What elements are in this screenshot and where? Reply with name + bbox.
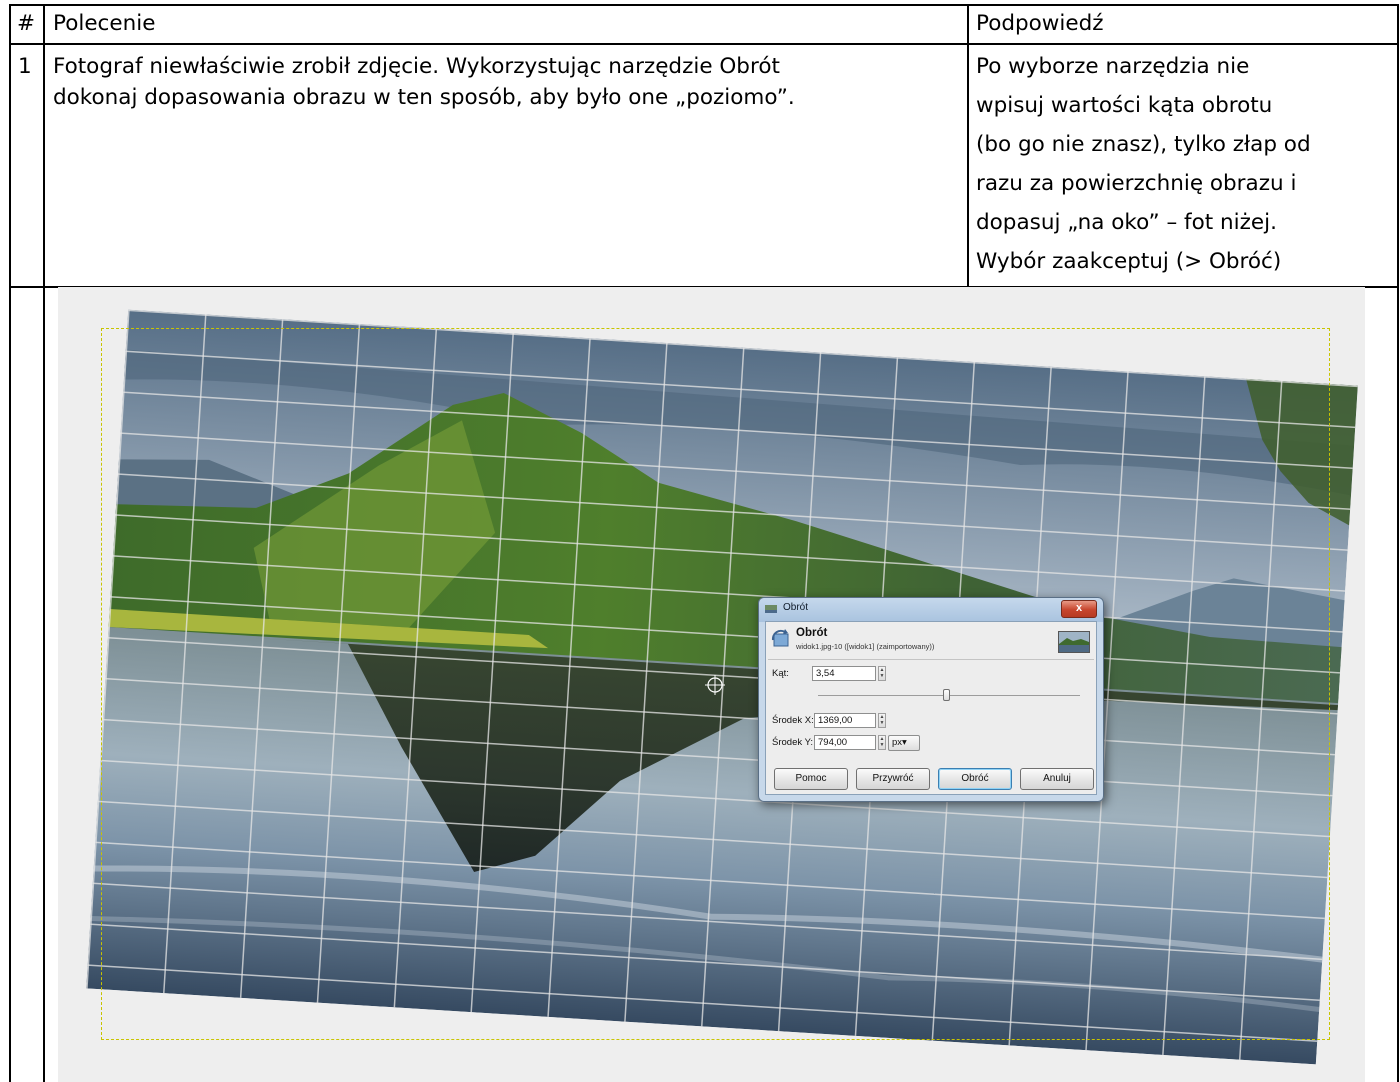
header-number: #	[17, 11, 36, 36]
hint-line-4: razu za powierzchnię obrazu i	[976, 171, 1297, 196]
hint-line-3: (bo go nie znasz), tylko złap od	[976, 132, 1311, 157]
chevron-down-icon: ▾	[902, 737, 907, 748]
gimp-canvas[interactable]	[58, 287, 1365, 1082]
hint-line-1: Po wyborze narzędzia nie	[976, 54, 1250, 79]
angle-label: Kąt:	[772, 668, 789, 679]
unit-select[interactable]: px▾	[888, 735, 920, 751]
task-line-1: Fotograf niewłaściwie zrobił zdjęcie. Wy…	[53, 54, 780, 79]
separator	[768, 659, 1094, 660]
center-x-label: Środek X:	[772, 715, 814, 726]
hint-line-2: wpisuj wartości kąta obrotu	[976, 93, 1273, 118]
task-line-2: dokonaj dopasowania obrazu w ten sposób,…	[53, 85, 795, 110]
dialog-body: Obrót widok1.jpg-10 ([widok1] (zaimporto…	[765, 621, 1097, 795]
window-icon	[765, 605, 777, 613]
center-y-spinner[interactable]: ▲ ▼	[878, 735, 886, 750]
row-number: 1	[18, 54, 32, 79]
help-button[interactable]: Pomoc	[774, 768, 848, 790]
reset-button[interactable]: Przywróć	[856, 768, 930, 790]
header-hint: Podpowiedź	[976, 11, 1104, 36]
dialog-window-title: Obrót	[783, 602, 809, 613]
rotate-button[interactable]: Obróć	[938, 768, 1012, 790]
cancel-button[interactable]: Anuluj	[1020, 768, 1094, 790]
hint-line-6: Wybór zaakceptuj (> Obróć)	[976, 249, 1282, 274]
header-task: Polecenie	[53, 11, 156, 36]
hint-line-5: dopasuj „na oko” – fot niżej.	[976, 210, 1277, 235]
pivot-crosshair-icon[interactable]	[705, 675, 725, 695]
rotate-tool-icon	[771, 629, 789, 647]
angle-spinner[interactable]: ▲ ▼	[878, 666, 886, 681]
center-y-label: Środek Y:	[772, 737, 814, 748]
dialog-subheading: widok1.jpg-10 ([widok1] (zaimportowany))	[796, 642, 935, 651]
angle-slider-handle[interactable]	[943, 689, 951, 701]
rotate-dialog[interactable]: Obrót x Obrót widok1.jpg-10 ([widok1] (z…	[758, 597, 1104, 802]
center-x-spinner[interactable]: ▲ ▼	[878, 713, 886, 728]
dialog-heading: Obrót	[796, 627, 828, 639]
unit-value: px	[892, 737, 903, 748]
angle-input[interactable]: 3,54	[812, 666, 876, 681]
close-icon[interactable]: x	[1061, 600, 1097, 618]
center-x-input[interactable]: 1369,00	[814, 713, 876, 728]
center-y-input[interactable]: 794,00	[814, 735, 876, 750]
image-thumbnail-icon	[1058, 631, 1090, 653]
